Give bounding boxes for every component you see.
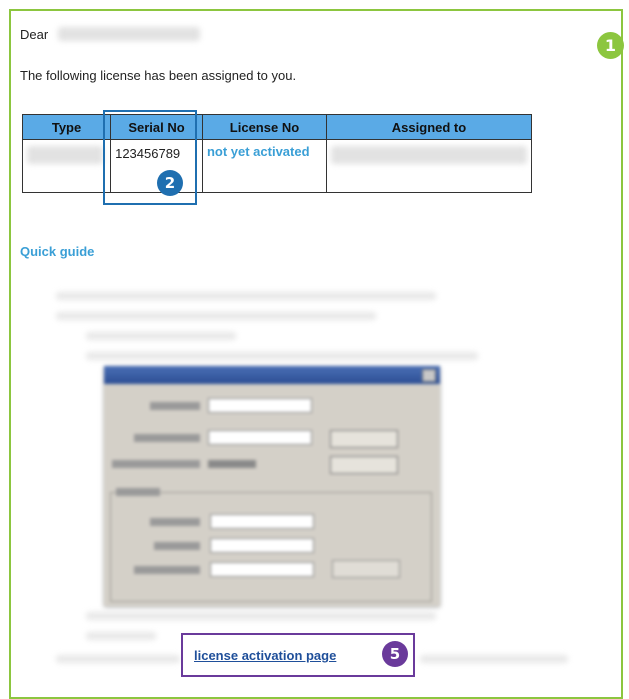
- guide-step-blurred: [86, 632, 156, 640]
- header-assigned-to: Assigned to: [326, 114, 532, 140]
- intro-text: The following license has been assigned …: [20, 68, 297, 83]
- guide-step-blurred: [56, 292, 436, 300]
- dialog-label: [134, 566, 200, 574]
- step-2-badge: 2: [157, 170, 183, 196]
- dialog-title-bar: [104, 366, 440, 384]
- language-select: [208, 398, 312, 413]
- quick-guide-heading[interactable]: Quick guide: [20, 244, 94, 259]
- dialog-label: [116, 488, 160, 496]
- type-cell: [21, 139, 112, 193]
- step-5-badge: 5: [382, 641, 408, 667]
- license-activation-link[interactable]: license activation page: [194, 648, 336, 663]
- serial-number-field: [208, 430, 312, 445]
- guide-step-blurred: [86, 332, 236, 340]
- dialog-label: [112, 460, 200, 468]
- dialog-label: [150, 402, 200, 410]
- guide-step-blurred: [86, 352, 478, 360]
- assigned-to-redacted: [331, 146, 527, 164]
- license-no-status[interactable]: not yet activated: [207, 144, 310, 159]
- guide-step-blurred: [86, 612, 436, 620]
- activation-dialog-screenshot: [104, 366, 440, 606]
- header-type: Type: [21, 114, 112, 140]
- dialog-label: [134, 434, 200, 442]
- guide-step-blurred: [420, 655, 568, 663]
- greeting-label: Dear: [20, 27, 49, 42]
- header-license-no: License No: [201, 114, 328, 140]
- dialog-button: [332, 560, 400, 578]
- dialog-value: [208, 460, 256, 468]
- dialog-body: [104, 384, 440, 606]
- type-redacted: [27, 146, 103, 164]
- dialog-input: [210, 562, 314, 577]
- recipient-name-redacted: [58, 27, 200, 41]
- guide-step-blurred: [56, 312, 376, 320]
- serial-no-highlight: [103, 110, 197, 205]
- license-no-cell: not yet activated: [201, 139, 328, 193]
- step-1-badge: 1: [597, 32, 624, 59]
- dialog-button: [330, 456, 398, 474]
- dialog-label: [150, 518, 200, 526]
- dialog-input: [210, 514, 314, 529]
- assigned-to-cell: [326, 139, 532, 193]
- dialog-input: [210, 538, 314, 553]
- license-table: Type Serial No License No Assigned to 12…: [21, 114, 532, 193]
- table-row: 123456789 not yet activated: [21, 139, 532, 193]
- dialog-label: [154, 542, 200, 550]
- guide-step-blurred: [56, 655, 180, 663]
- close-icon: [422, 369, 436, 382]
- dialog-button: [330, 430, 398, 448]
